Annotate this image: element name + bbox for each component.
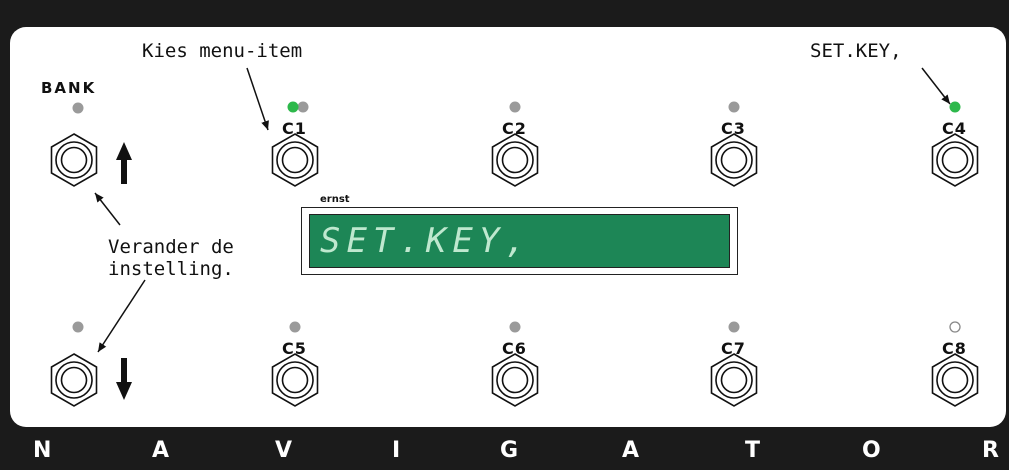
pointer-set-key (921, 67, 951, 105)
lcd-text: SET.KEY, (320, 221, 532, 261)
c1-switch[interactable] (271, 133, 319, 187)
brand-letter-1: N (33, 438, 52, 463)
brand-letter-5: G (500, 438, 519, 463)
display-brand: ernst (320, 194, 350, 205)
annotation-set-key: SET.KEY, (810, 40, 902, 62)
brand-letter-6: A (622, 438, 640, 463)
pointer-bank-up (94, 192, 121, 226)
c1-label: C1 (282, 119, 307, 138)
brand-letter-7: T (745, 438, 761, 463)
pointer-choose-item (246, 67, 269, 131)
c2-switch[interactable] (491, 133, 539, 187)
c7-label: C7 (721, 339, 746, 358)
annotation-choose-item: Kies menu-item (142, 40, 303, 62)
navigator-board-frame: Kies menu-item SET.KEY, Verander de inst… (0, 0, 1009, 470)
arrow-down-icon (116, 358, 132, 400)
brand-letter-4: I (392, 438, 401, 463)
brand-letter-8: O (862, 438, 881, 463)
bank-up-led (72, 102, 84, 114)
c8-switch[interactable] (931, 353, 979, 407)
brand-letter-2: A (152, 438, 170, 463)
c4-switch[interactable] (931, 133, 979, 187)
lcd-display: SET.KEY, (301, 207, 738, 275)
c5-switch[interactable] (271, 353, 319, 407)
c7-led (728, 321, 740, 333)
c1-led-green (287, 101, 299, 113)
c1-led-gray (297, 101, 309, 113)
bank-label: BANK (41, 79, 97, 97)
bank-down-led (72, 321, 84, 333)
c2-led (509, 101, 521, 113)
c7-switch[interactable] (710, 353, 758, 407)
c3-label: C3 (721, 119, 746, 138)
brand-letter-3: V (275, 438, 293, 463)
c6-label: C6 (502, 339, 527, 358)
c6-switch[interactable] (491, 353, 539, 407)
c3-led (728, 101, 740, 113)
c5-label: C5 (282, 339, 307, 358)
c4-label: C4 (942, 119, 967, 138)
c2-label: C2 (502, 119, 527, 138)
c3-switch[interactable] (710, 133, 758, 187)
arrow-up-icon (116, 142, 132, 184)
lcd-screen: SET.KEY, (309, 214, 730, 268)
bank-down-switch[interactable] (50, 353, 98, 407)
c8-label: C8 (942, 339, 967, 358)
brand-letter-9: R (982, 438, 999, 463)
pointer-bank-down (97, 279, 146, 353)
annotation-change-setting: Verander de instelling. (108, 236, 234, 280)
c5-led (289, 321, 301, 333)
c8-led (949, 321, 961, 333)
c4-led (949, 101, 961, 113)
c6-led (509, 321, 521, 333)
bank-up-switch[interactable] (50, 133, 98, 187)
